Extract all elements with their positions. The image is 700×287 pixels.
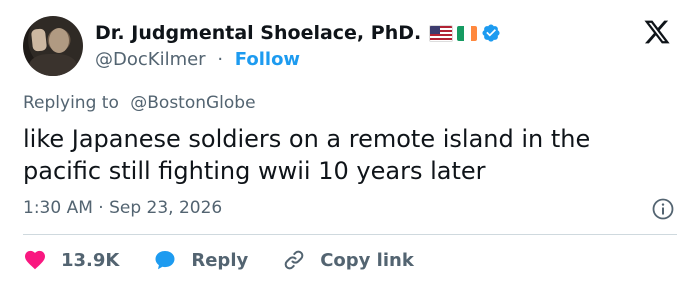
heart-icon <box>25 250 45 270</box>
author-handle[interactable]: @DocKilmer <box>95 49 206 70</box>
us-flag-icon <box>429 24 454 42</box>
reply-context: Replying to @BostonGlobe <box>23 93 256 113</box>
follow-button[interactable]: Follow <box>235 49 300 70</box>
copy-link-label: Copy link <box>320 249 414 271</box>
info-icon[interactable] <box>651 197 675 221</box>
avatar-shirt <box>29 54 77 76</box>
reply-context-prefix: Replying to <box>23 93 119 113</box>
like-button[interactable]: 13.9K <box>23 248 119 272</box>
copy-link-button[interactable]: Copy link <box>282 248 414 272</box>
author-avatar[interactable] <box>23 16 83 76</box>
tweet-text: like Japanese soldiers on a remote islan… <box>23 125 591 185</box>
author-display-name[interactable]: Dr. Judgmental Shoelace, PhD. <box>95 22 421 44</box>
verified-badge-icon[interactable] <box>481 23 501 43</box>
author-handle-row: @DocKilmer · Follow <box>95 49 300 70</box>
reply-label: Reply <box>191 249 249 271</box>
reply-button[interactable]: Reply <box>153 248 248 272</box>
reply-bubble-icon <box>155 251 175 270</box>
reply-context-target[interactable]: @BostonGlobe <box>130 93 255 113</box>
tweet-actions: 13.9K Reply Copy link <box>23 246 448 274</box>
author-name-row: Dr. Judgmental Shoelace, PhD. <box>95 20 501 46</box>
x-logo-icon[interactable] <box>642 18 672 46</box>
tweet-timestamp[interactable]: 1:30 AM · Sep 23, 2026 <box>23 198 222 218</box>
link-icon <box>284 250 304 270</box>
like-count: 13.9K <box>61 249 120 271</box>
handle-separator: · <box>217 49 224 70</box>
ireland-flag-icon <box>457 25 478 41</box>
action-divider <box>23 234 677 235</box>
avatar-raised-fist <box>30 28 48 52</box>
avatar-face <box>49 28 69 53</box>
